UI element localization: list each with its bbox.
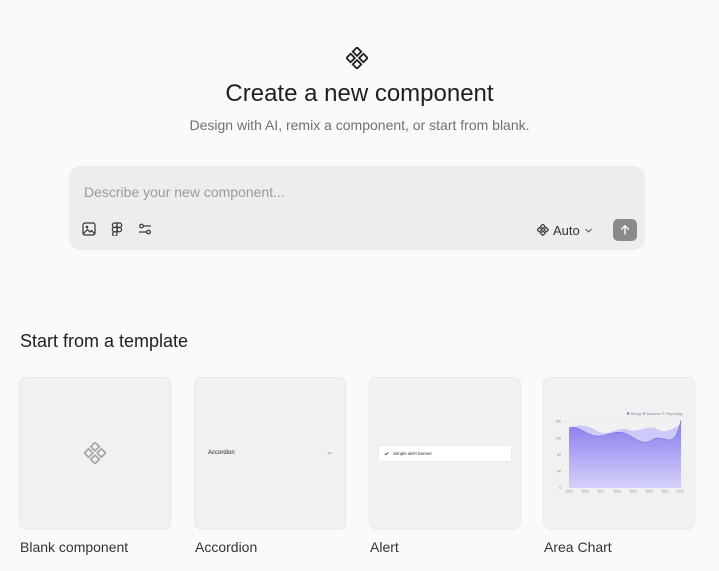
send-button[interactable] xyxy=(613,219,637,241)
template-card-accordion[interactable]: Accordion xyxy=(195,378,345,528)
arrow-up-icon xyxy=(620,224,630,235)
x-tick: 2018 xyxy=(613,490,620,494)
sparkle-icon xyxy=(537,224,549,236)
chevron-down-icon xyxy=(327,451,332,455)
accordion-preview-label: Accordion xyxy=(208,450,235,456)
component-icon xyxy=(84,442,106,464)
check-icon xyxy=(384,451,389,456)
sliders-icon xyxy=(139,223,151,235)
legend-business: Business xyxy=(647,412,661,416)
accordion-preview-row: Accordion xyxy=(208,450,332,456)
template-card-area-chart[interactable]: Biology Business Psychology 160 120 80 4… xyxy=(544,378,694,528)
y-tick: 0 xyxy=(559,486,561,490)
template-label-alert[interactable]: Alert xyxy=(370,539,399,555)
x-tick: 2021 xyxy=(661,490,668,494)
figma-icon xyxy=(111,222,123,236)
page-subtitle: Design with AI, remix a component, or st… xyxy=(189,117,530,133)
template-card-blank[interactable] xyxy=(20,378,170,528)
prompt-composer: Auto xyxy=(69,166,645,250)
alert-preview: Simple alert banner xyxy=(378,445,512,462)
y-tick: 80 xyxy=(557,453,561,457)
page-title: Create a new component xyxy=(225,80,494,107)
settings-button[interactable] xyxy=(137,221,153,237)
x-tick: 2019 xyxy=(629,490,636,494)
template-label-accordion[interactable]: Accordion xyxy=(195,539,257,555)
x-tick: 2017 xyxy=(597,490,604,494)
x-tick: 2022 xyxy=(676,490,683,494)
import-figma-button[interactable] xyxy=(109,221,125,237)
template-label-area-chart[interactable]: Area Chart xyxy=(544,539,612,555)
chevron-down-icon xyxy=(584,228,592,233)
x-tick: 2016 xyxy=(581,490,588,494)
area-chart-preview: Biology Business Psychology 160 120 80 4… xyxy=(555,412,684,494)
y-tick: 160 xyxy=(555,420,561,424)
template-card-alert[interactable]: Simple alert banner xyxy=(370,378,520,528)
image-icon xyxy=(82,222,96,236)
y-tick: 40 xyxy=(557,470,561,474)
model-selector[interactable]: Auto xyxy=(537,221,593,239)
x-tick: 2020 xyxy=(645,490,652,494)
logo-icon xyxy=(346,47,368,69)
template-label-blank[interactable]: Blank component xyxy=(20,539,128,555)
alert-preview-text: Simple alert banner xyxy=(393,451,433,456)
templates-heading: Start from a template xyxy=(20,331,189,351)
attach-image-button[interactable] xyxy=(81,221,97,237)
prompt-input[interactable] xyxy=(84,184,514,200)
legend-psychology: Psychology xyxy=(666,412,684,416)
x-tick: 2015 xyxy=(565,490,572,494)
model-label: Auto xyxy=(553,222,580,238)
y-tick: 120 xyxy=(555,437,561,441)
legend-biology: Biology xyxy=(631,412,642,416)
